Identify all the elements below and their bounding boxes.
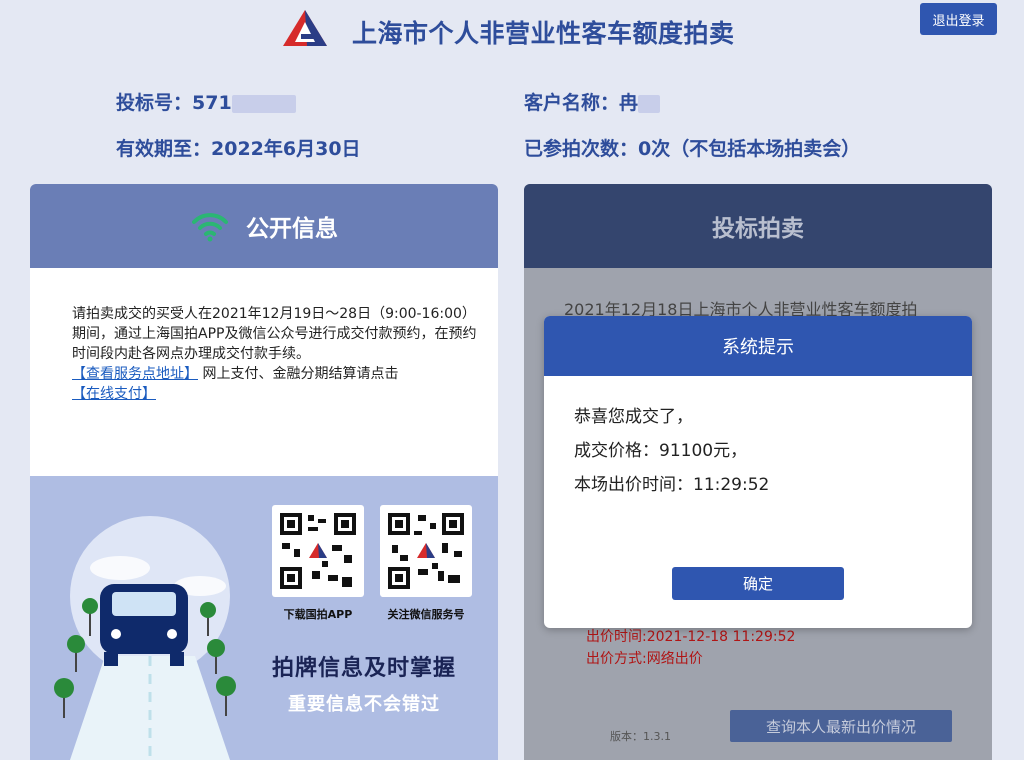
- promo-subtitle: 重要信息不会错过: [288, 694, 440, 715]
- valid-until-value: 2022年6月30日: [211, 138, 361, 160]
- participation-count-value: 0次（不包括本场拍卖会）: [638, 138, 861, 160]
- bid-number: 投标号：571: [116, 88, 296, 115]
- system-prompt-dialog: 系统提示 恭喜您成交了， 成交价格：91100元， 本场出价时间：11:29:5…: [544, 316, 972, 628]
- bid-number-label: 投标号：: [116, 92, 193, 114]
- participation-count: 已参拍次数：0次（不包括本场拍卖会）: [524, 134, 860, 161]
- dialog-price-line: 成交价格：91100元，: [574, 441, 748, 461]
- participation-count-label: 已参拍次数：: [524, 138, 639, 160]
- public-info-header: 公开信息: [30, 184, 498, 268]
- page-title: 上海市个人非营业性客车额度拍卖: [352, 19, 735, 48]
- dialog-message-line: 恭喜您成交了，: [574, 407, 693, 427]
- bid-method: 出价方式:网络出价: [586, 651, 703, 667]
- bid-time: 出价时间:2021-12-18 11:29:52: [586, 629, 796, 645]
- qr-code-icon: [278, 511, 358, 591]
- qr-code-icon: [386, 511, 466, 591]
- query-latest-bid-button[interactable]: 查询本人最新出价情况: [730, 710, 952, 742]
- auction-logo-icon: [283, 10, 327, 46]
- wechat-qr-code: [380, 505, 472, 597]
- bid-number-value: 571: [192, 92, 232, 114]
- bidding-header: 投标拍卖: [524, 184, 992, 268]
- logout-button[interactable]: 退出登录: [920, 3, 997, 35]
- dialog-title: 系统提示: [544, 316, 972, 376]
- valid-until: 有效期至：2022年6月30日: [116, 134, 361, 161]
- payment-notice: 请拍卖成交的买受人在2021年12月19日～28日（9:00-16:00）期间，…: [72, 304, 482, 404]
- customer-name-label: 客户名称：: [524, 92, 620, 114]
- customer-name: 客户名称：冉: [524, 88, 661, 115]
- wifi-icon: [192, 213, 228, 242]
- redaction-mask: [231, 94, 296, 113]
- app-qr-caption: 下载国拍APP: [283, 608, 353, 621]
- service-address-link[interactable]: 【查看服务点地址】: [72, 366, 198, 382]
- app-qr-code: [272, 505, 364, 597]
- promo-banner: 下载国拍APP 关注微信服务号 拍牌信息及时掌握 重要信息不会错过: [30, 476, 498, 760]
- dialog-time-line: 本场出价时间：11:29:52: [574, 475, 770, 495]
- valid-until-label: 有效期至：: [116, 138, 212, 160]
- customer-name-value: 冉: [619, 92, 639, 114]
- payment-notice-text: 请拍卖成交的买受人在2021年12月19日～28日（9:00-16:00）期间，…: [72, 306, 477, 362]
- public-info-panel: 公开信息 请拍卖成交的买受人在2021年12月19日～28日（9:00-16:0…: [30, 184, 498, 760]
- public-info-title: 公开信息: [246, 216, 338, 242]
- payment-notice-text-2: 网上支付、金融分期结算请点击: [198, 366, 399, 382]
- promo-title: 拍牌信息及时掌握: [272, 656, 457, 681]
- version-label: 版本：1.3.1: [610, 730, 671, 743]
- car-illustration: [54, 516, 236, 760]
- confirm-button[interactable]: 确定: [672, 567, 844, 600]
- redaction-mask: [638, 94, 661, 113]
- online-payment-link[interactable]: 【在线支付】: [72, 386, 156, 402]
- wechat-qr-caption: 关注微信服务号: [387, 608, 465, 621]
